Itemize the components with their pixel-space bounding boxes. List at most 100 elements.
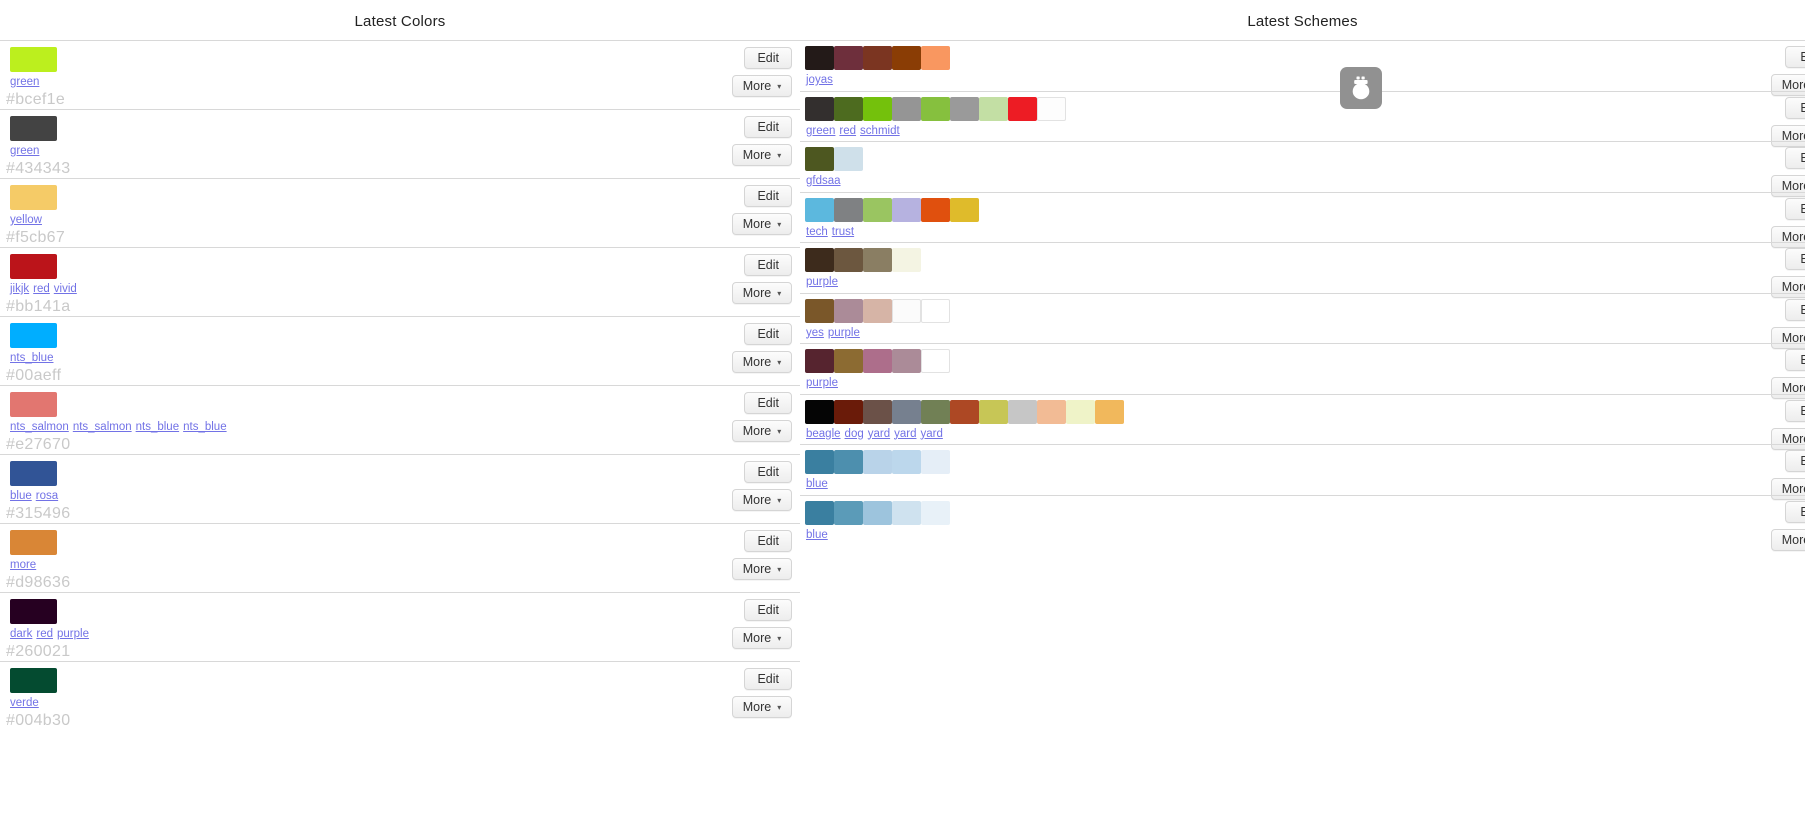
- tag-link[interactable]: yard: [868, 428, 890, 440]
- tag-link[interactable]: more: [10, 559, 36, 571]
- more-button[interactable]: More▾: [732, 351, 792, 373]
- scheme-swatch-strip[interactable]: [805, 46, 950, 70]
- tag-link[interactable]: purple: [806, 276, 838, 288]
- scheme-swatch-strip[interactable]: [805, 450, 950, 474]
- edit-button[interactable]: Ed: [1785, 147, 1805, 169]
- tag-link[interactable]: jikjk: [10, 283, 29, 295]
- edit-button[interactable]: Edit: [744, 323, 792, 345]
- edit-button[interactable]: Ed: [1785, 450, 1805, 472]
- color-swatch[interactable]: [10, 323, 57, 348]
- edit-button[interactable]: Edit: [744, 530, 792, 552]
- edit-button[interactable]: Ed: [1785, 46, 1805, 68]
- edit-button[interactable]: Ed: [1785, 298, 1805, 321]
- color-swatch[interactable]: [10, 185, 57, 210]
- scheme-swatch: [863, 349, 892, 373]
- scheme-swatch: [863, 298, 892, 323]
- more-button[interactable]: More▾: [732, 489, 792, 511]
- scheme-swatch-strip[interactable]: [805, 298, 950, 323]
- edit-button[interactable]: Edit: [744, 668, 792, 690]
- more-button[interactable]: More▾: [732, 420, 792, 442]
- tag-link[interactable]: yard: [894, 428, 916, 440]
- tag-link[interactable]: blue: [806, 478, 828, 490]
- scheme-swatch: [1008, 399, 1037, 424]
- edit-button[interactable]: Ed: [1785, 197, 1805, 220]
- more-button[interactable]: More▾: [732, 282, 792, 304]
- tag-link[interactable]: dog: [845, 428, 864, 440]
- tag-link[interactable]: yes: [806, 327, 824, 339]
- more-button[interactable]: More▾: [732, 144, 792, 166]
- tag-link[interactable]: schmidt: [860, 125, 900, 137]
- scheme-swatch-strip[interactable]: [805, 248, 921, 272]
- tag-link[interactable]: vivid: [54, 283, 77, 295]
- scheme-swatch-strip[interactable]: [805, 500, 950, 525]
- edit-button[interactable]: Ed: [1785, 399, 1805, 422]
- color-swatch[interactable]: [10, 668, 57, 693]
- more-button[interactable]: More▾: [732, 696, 792, 718]
- edit-button[interactable]: Edit: [744, 47, 792, 69]
- row-actions: Edit More ▾: [732, 116, 792, 166]
- edit-button[interactable]: Ed: [1785, 349, 1805, 371]
- tag-link[interactable]: gfdsaa: [806, 175, 841, 187]
- more-button-label: More: [742, 217, 772, 231]
- usb-drive-icon[interactable]: [1340, 67, 1382, 109]
- edit-button[interactable]: Edit: [744, 185, 792, 207]
- tag-link[interactable]: nts_blue: [136, 421, 179, 433]
- more-button[interactable]: More▾: [732, 213, 792, 235]
- edit-button[interactable]: Edit: [744, 461, 792, 483]
- more-button[interactable]: More▾: [732, 75, 792, 97]
- scheme-swatch: [892, 248, 921, 272]
- edit-button[interactable]: Edit: [744, 254, 792, 276]
- tag-link[interactable]: tech: [806, 226, 828, 238]
- tag-link[interactable]: nts_blue: [183, 421, 226, 433]
- color-swatch[interactable]: [10, 254, 57, 279]
- tag-link[interactable]: green: [10, 145, 39, 157]
- color-swatch[interactable]: [10, 392, 57, 417]
- color-swatch[interactable]: [10, 47, 57, 72]
- tag-link[interactable]: trust: [832, 226, 854, 238]
- chevron-down-icon: ▾: [777, 565, 782, 574]
- color-swatch[interactable]: [10, 599, 57, 624]
- more-button[interactable]: More▾: [732, 627, 792, 649]
- color-swatch[interactable]: [10, 530, 57, 555]
- tag-link[interactable]: purple: [57, 628, 89, 640]
- more-button[interactable]: More▾: [1771, 528, 1805, 551]
- tag-link[interactable]: green: [806, 125, 835, 137]
- edit-button[interactable]: Ed: [1785, 96, 1805, 119]
- scheme-list-item: yes purple EdMore▾: [800, 292, 1805, 349]
- more-button[interactable]: More▾: [732, 558, 792, 580]
- edit-button[interactable]: Edit: [744, 392, 792, 414]
- tag-link[interactable]: red: [839, 125, 856, 137]
- tag-link[interactable]: red: [33, 283, 50, 295]
- tag-link[interactable]: blue: [10, 490, 32, 502]
- tag-link[interactable]: green: [10, 76, 39, 88]
- edit-button[interactable]: Edit: [744, 599, 792, 621]
- color-swatch[interactable]: [10, 116, 57, 141]
- tag-link[interactable]: rosa: [36, 490, 58, 502]
- tag-link[interactable]: yellow: [10, 214, 42, 226]
- tag-link[interactable]: red: [36, 628, 53, 640]
- tag-link[interactable]: yard: [920, 428, 942, 440]
- tag-link[interactable]: dark: [10, 628, 32, 640]
- color-list-item: blue rosa #315496 Edit More ▾: [0, 454, 800, 523]
- tag-link[interactable]: nts_salmon: [10, 421, 69, 433]
- tag-link[interactable]: blue: [806, 529, 828, 541]
- edit-button[interactable]: Edit: [744, 116, 792, 138]
- scheme-tags: purple: [806, 377, 842, 389]
- scheme-swatch-strip[interactable]: [805, 399, 1124, 424]
- tag-link[interactable]: joyas: [806, 74, 833, 86]
- scheme-swatch-strip[interactable]: [805, 197, 979, 222]
- edit-button[interactable]: Ed: [1785, 248, 1805, 270]
- tag-link[interactable]: verde: [10, 697, 39, 709]
- tag-link[interactable]: purple: [806, 377, 838, 389]
- color-swatch[interactable]: [10, 461, 57, 486]
- tag-link[interactable]: nts_salmon: [73, 421, 132, 433]
- tag-link[interactable]: nts_blue: [10, 352, 53, 364]
- scheme-swatch-strip[interactable]: [805, 147, 863, 171]
- scheme-swatch-strip[interactable]: [805, 96, 1066, 121]
- scheme-list-item: blue EdMore▾: [800, 444, 1805, 500]
- tag-link[interactable]: purple: [828, 327, 860, 339]
- scheme-swatch-strip[interactable]: [805, 349, 950, 373]
- tag-link[interactable]: beagle: [806, 428, 841, 440]
- edit-button[interactable]: Ed: [1785, 500, 1805, 523]
- scheme-tags: gfdsaa: [806, 175, 845, 187]
